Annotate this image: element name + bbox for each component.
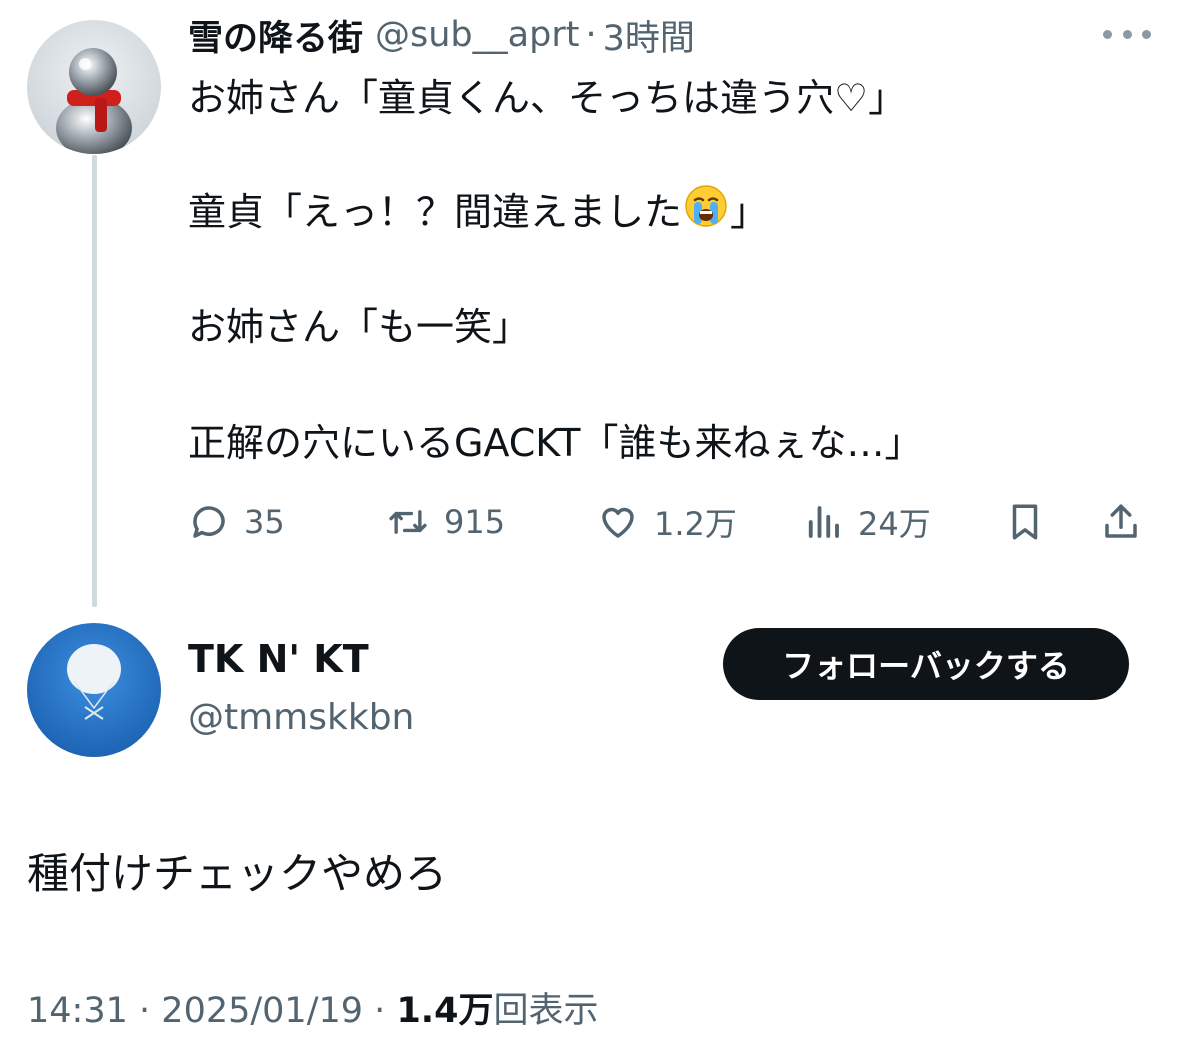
tweet-text-line: 正解の穴にいるGACKT「誰も来ねぇな…」 [188,421,923,465]
reply-user-handle[interactable]: @tmmskkbn [188,697,414,738]
retweet-button[interactable]: 915 [386,496,505,548]
more-icon[interactable] [1103,28,1151,40]
tweet-timestamp[interactable]: 3時間 [603,10,695,61]
views-count: 24万 [858,505,931,543]
tweet-header: 雪の降る街 @sub__aprt · 3時間 [188,10,695,60]
tweet-text-line: お姉さん「童貞くん、そっちは違う穴♡」 [188,76,907,120]
reply-button[interactable]: 35 [188,496,285,548]
tweet-text-line: 童貞「えっ！？間違えました 」 [188,184,769,240]
follow-back-button[interactable]: フォローバックする [723,628,1129,700]
avatar[interactable] [27,623,161,757]
tweet-meta: 14:31 · 2025/01/19 · 1.4万回表示 [27,982,598,1033]
post-date: 2025/01/19 [161,991,364,1031]
views-button[interactable]: 24万 [802,496,931,548]
like-count: 1.2万 [654,505,737,543]
separator-dot: · [374,991,386,1031]
separator-dot: · [585,15,597,55]
tweet-text-segment: 童貞「えっ！？間違えました [188,190,683,234]
separator-dot: · [139,991,151,1031]
reply-display-name[interactable]: TK N' KT [188,637,369,681]
reply-icon [188,501,230,543]
share-icon [1100,501,1142,543]
view-count[interactable]: 1.4万 [396,991,493,1031]
loudly-crying-face-icon [684,184,728,240]
retweet-count: 915 [444,503,506,541]
avatar[interactable] [27,20,161,154]
like-icon [596,501,640,543]
views-icon [802,501,844,543]
tweet-text-line: お姉さん「も一笑」 [188,305,531,349]
user-handle[interactable]: @sub__aprt [375,15,579,55]
tweet-text-segment: 」 [730,190,769,234]
like-button[interactable]: 1.2万 [596,496,737,548]
reply-count: 35 [244,503,285,541]
thread-connector-line [92,155,97,607]
bookmark-icon [1004,501,1046,543]
view-label: 回表示 [493,991,599,1031]
bookmark-button[interactable] [1004,496,1046,548]
share-button[interactable] [1100,496,1142,548]
retweet-icon [386,501,430,543]
display-name[interactable]: 雪の降る街 [188,10,363,61]
reply-tweet-text: 種付けチェックやめろ [27,849,448,898]
post-time: 14:31 [27,991,128,1031]
